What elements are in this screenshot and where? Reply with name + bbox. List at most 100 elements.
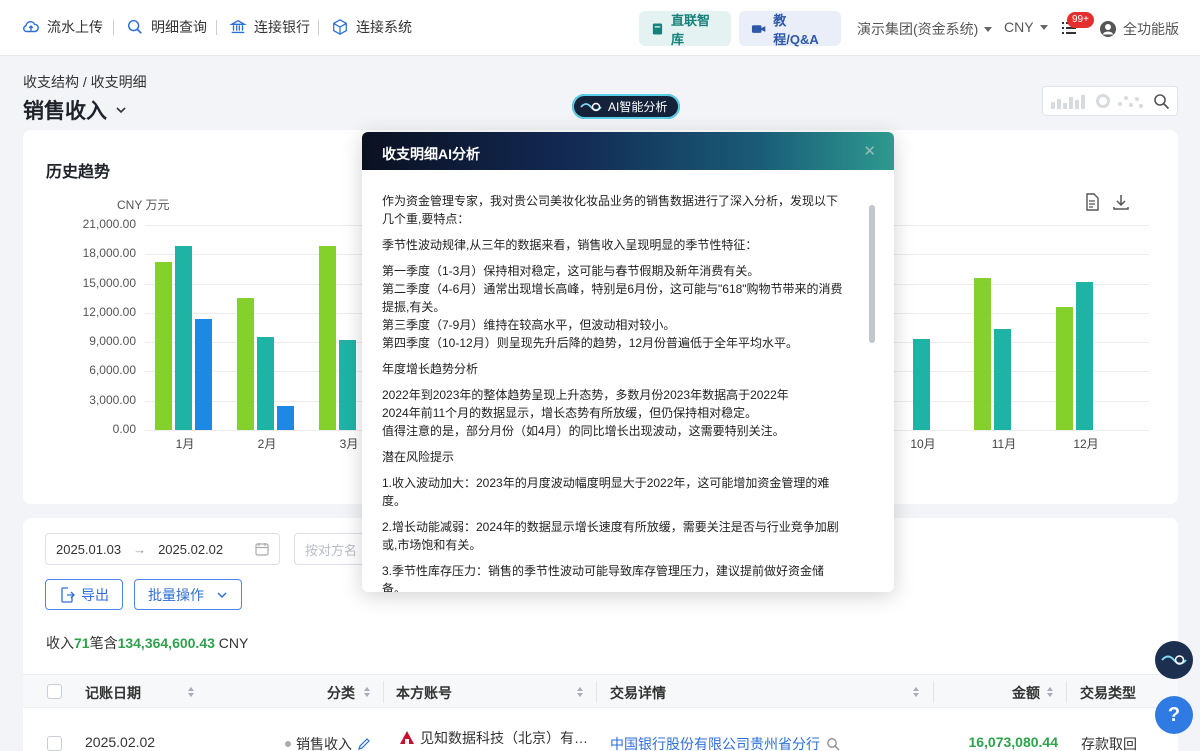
- sort-icon[interactable]: [1047, 687, 1053, 697]
- modal-paragraph: 3.季节性库存压力：销售的季节性波动可能导致库存管理压力，建议提前做好资金储备。: [382, 564, 825, 592]
- col-account[interactable]: 本方账号: [396, 683, 452, 703]
- export-icon: [61, 586, 75, 603]
- avatar-icon: [1100, 21, 1116, 37]
- chart-bar[interactable]: [195, 318, 212, 430]
- summary-count: 71: [74, 635, 90, 651]
- sort-icon[interactable]: [364, 687, 370, 697]
- col-date[interactable]: 记账日期: [85, 683, 141, 703]
- ai-assistant-button[interactable]: [1155, 641, 1193, 679]
- edit-icon[interactable]: [357, 737, 371, 751]
- search-icon[interactable]: [826, 737, 840, 751]
- modal-content: 作为资金管理专家，我对贵公司美妆化妆品业务的销售数据进行了深入分析，发现以下几个…: [382, 192, 847, 592]
- modal-paragraph: 作为资金管理专家，我对贵公司美妆化妆品业务的销售数据进行了深入分析，发现以下几个…: [382, 194, 839, 226]
- chart-bar[interactable]: [319, 246, 336, 430]
- col-amount[interactable]: 金额: [1012, 683, 1040, 703]
- modal-header: 收支明细AI分析: [362, 132, 894, 170]
- sort-icon[interactable]: [188, 687, 194, 697]
- search-icon: [127, 19, 142, 34]
- modal-paragraph: 第一季度（1-3月）保持相对稳定，这可能与春节假期及新年消费有关。 第二季度（4-…: [382, 264, 843, 350]
- document-icon[interactable]: [1083, 193, 1101, 211]
- nav-query[interactable]: 明细查询: [126, 17, 207, 37]
- modal-paragraph: 潜在风险提示: [382, 450, 455, 464]
- ai-logo-icon: [580, 102, 602, 111]
- bank-icon: [229, 19, 247, 34]
- trend-title: 历史趋势: [46, 164, 111, 181]
- chart-bar[interactable]: [175, 245, 192, 430]
- col-type[interactable]: 交易类型: [1080, 683, 1136, 703]
- edition-label: 全功能版: [1123, 21, 1179, 37]
- table-row[interactable]: 2025.02.02 销售收入 见知数据科技（北京）有… 95508802350…: [23, 726, 1178, 751]
- column-divider: [933, 681, 934, 703]
- row-category: 销售收入: [285, 734, 371, 751]
- chart-bar[interactable]: [913, 339, 930, 430]
- chart-bar[interactable]: [339, 340, 356, 430]
- income-summary: 收入71笔含134,364,600.43 CNY: [46, 633, 248, 653]
- ai-analysis-button[interactable]: AI智能分析: [572, 94, 680, 119]
- chart-bar[interactable]: [257, 337, 274, 430]
- chart-bar[interactable]: [155, 262, 172, 430]
- row-category-label: 销售收入: [296, 736, 352, 751]
- modal-paragraph: 2.增长动能减弱：2024年的数据显示增长速度有所放缓，需要关注是否与行业竞争加…: [382, 520, 839, 552]
- chart-bar[interactable]: [1056, 307, 1073, 430]
- row-type: 存款取回: [1081, 736, 1137, 751]
- user-menu[interactable]: 全功能版: [1099, 19, 1179, 39]
- page-title-dropdown[interactable]: 销售收入: [23, 95, 127, 125]
- chart-bar[interactable]: [277, 405, 294, 430]
- download-icon[interactable]: [1112, 193, 1130, 211]
- date-range-picker[interactable]: 2025.01.03 → 2025.02.02: [45, 533, 280, 565]
- col-date-label: 记账日期: [85, 685, 141, 701]
- help-button[interactable]: ?: [1155, 696, 1193, 734]
- ai-analysis-modal: 收支明细AI分析 ✕ 作为资金管理专家，我对贵公司美妆化妆品业务的销售数据进行了…: [362, 132, 894, 592]
- y-tick-label: 6,000.00: [89, 363, 136, 378]
- nav-system-label: 连接系统: [356, 19, 412, 35]
- zoom-icon: [1154, 94, 1170, 110]
- group-select[interactable]: 演示集团(资金系统): [857, 19, 993, 39]
- row-detail-label: 中国银行股份有限公司贵州省分行: [610, 736, 820, 751]
- close-icon[interactable]: ✕: [863, 142, 876, 160]
- batch-operation-button[interactable]: 批量操作: [134, 579, 242, 610]
- x-tick-label: 11月: [991, 437, 1017, 451]
- row-checkbox[interactable]: [47, 736, 62, 751]
- col-category[interactable]: 分类: [327, 683, 355, 703]
- row-amount: 16,073,080.44: [968, 734, 1058, 750]
- modal-title: 收支明细AI分析: [382, 146, 480, 162]
- column-divider: [1066, 681, 1067, 703]
- currency-select[interactable]: CNY: [1004, 19, 1048, 35]
- col-category-label: 分类: [327, 685, 355, 701]
- nav-upload[interactable]: 流水上传: [22, 17, 103, 37]
- cube-icon: [333, 19, 347, 35]
- sort-icon[interactable]: [913, 687, 919, 697]
- chart-bar[interactable]: [994, 329, 1011, 430]
- zhilian-button[interactable]: 直联智库: [639, 11, 731, 47]
- scatter-icon: [1118, 96, 1143, 108]
- dot-icon: [285, 741, 291, 747]
- col-account-label: 本方账号: [396, 685, 452, 701]
- select-all-checkbox[interactable]: [47, 684, 62, 699]
- date-start: 2025.01.03: [56, 541, 122, 557]
- chart-bar[interactable]: [1076, 281, 1093, 430]
- chart-bar[interactable]: [237, 298, 254, 430]
- ai-logo-icon: [1161, 655, 1187, 665]
- column-divider: [383, 681, 384, 703]
- sort-icon[interactable]: [577, 687, 583, 697]
- row-account: 见知数据科技（北京）有…: [399, 728, 588, 748]
- top-bar: 流水上传 明细查询 连接银行 连接系统 直联智库 教程/Q&A 演示集团(资金系…: [0, 0, 1200, 56]
- chevron-down-icon: [116, 107, 126, 114]
- tutorial-button[interactable]: 教程/Q&A: [739, 11, 841, 47]
- modal-scrollbar[interactable]: [869, 205, 875, 343]
- cloud-upload-icon: [23, 20, 39, 33]
- caret-down-icon: [1039, 24, 1048, 30]
- y-axis-unit: CNY 万元: [117, 198, 170, 212]
- col-detail[interactable]: 交易详情: [610, 683, 666, 703]
- tutorial-label: 教程/Q&A: [773, 12, 819, 47]
- nav-system[interactable]: 连接系统: [331, 17, 412, 37]
- nav-divider: [113, 20, 114, 35]
- row-detail[interactable]: 中国银行股份有限公司贵州省分行: [610, 734, 840, 751]
- x-tick-label: 1月: [175, 437, 195, 451]
- export-button[interactable]: 导出: [45, 579, 123, 610]
- view-switcher[interactable]: [1042, 86, 1178, 116]
- modal-paragraph: 季节性波动规律,从三年的数据来看，销售收入呈现明显的季节性特征：: [382, 238, 758, 252]
- modal-paragraph: 年度增长趋势分析: [382, 362, 479, 376]
- chart-bar[interactable]: [974, 277, 991, 430]
- nav-bank[interactable]: 连接银行: [229, 17, 310, 37]
